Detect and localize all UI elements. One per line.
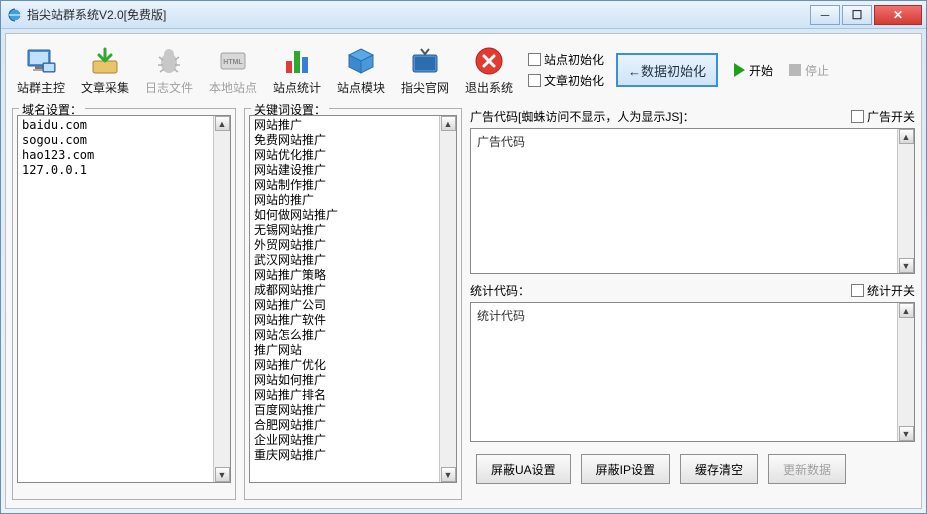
toolbar-official-site[interactable]: 指尖官网 bbox=[396, 45, 454, 96]
toolbar-label: 日志文件 bbox=[145, 79, 193, 96]
stat-label: 统计代码： bbox=[470, 282, 530, 299]
scroll-up-icon[interactable]: ▲ bbox=[899, 129, 914, 144]
domain-column: 域名设置： baidu.com sogou.com hao123.com 127… bbox=[12, 108, 236, 500]
scroll-down-icon[interactable]: ▼ bbox=[899, 426, 914, 441]
toolbar-local-site[interactable]: HTML 本地站点 bbox=[204, 45, 262, 96]
maximize-button[interactable]: ☐ bbox=[842, 5, 872, 25]
toolbar-label: 站点统计 bbox=[273, 79, 321, 96]
toolbar-label: 本地站点 bbox=[209, 79, 257, 96]
download-box-icon bbox=[89, 45, 121, 77]
checkbox-icon bbox=[528, 53, 541, 66]
clear-cache-button[interactable]: 缓存清空 bbox=[680, 454, 758, 484]
button-label: 屏蔽UA设置 bbox=[491, 461, 556, 478]
scroll-down-icon[interactable]: ▼ bbox=[441, 467, 456, 482]
ad-label: 广告代码[蜘蛛访问不显示，人为显示JS]： bbox=[470, 108, 695, 125]
keyword-listbox[interactable]: 网站推广 免费网站推广 网站优化推广 网站建设推广 网站制作推广 网站的推广 如… bbox=[249, 115, 457, 483]
toolbar: 站群主控 文章采集 日志文件 HTML 本地站点 站点统计 站点模块 bbox=[12, 38, 915, 102]
domain-list-content: baidu.com sogou.com hao123.com 127.0.0.1 bbox=[18, 116, 230, 180]
checkbox-icon bbox=[851, 284, 864, 297]
stat-textarea[interactable]: 统计代码 ▲ ▼ bbox=[470, 302, 915, 442]
block-ip-button[interactable]: 屏蔽IP设置 bbox=[581, 454, 670, 484]
close-button[interactable]: ✕ bbox=[874, 5, 922, 25]
main-row: 域名设置： baidu.com sogou.com hao123.com 127… bbox=[12, 108, 915, 500]
ad-placeholder: 广告代码 bbox=[471, 129, 914, 154]
toolbar-label: 站群主控 bbox=[17, 79, 65, 96]
scroll-up-icon[interactable]: ▲ bbox=[215, 116, 230, 131]
checkbox-icon bbox=[528, 74, 541, 87]
toolbar-label: 退出系统 bbox=[465, 79, 513, 96]
scrollbar[interactable]: ▲ ▼ bbox=[897, 303, 914, 441]
checkbox-icon bbox=[851, 110, 864, 123]
button-label: 更新数据 bbox=[783, 461, 831, 478]
ad-textarea[interactable]: 广告代码 ▲ ▼ bbox=[470, 128, 915, 274]
keyword-groupbox: 关键词设置： 网站推广 免费网站推广 网站优化推广 网站建设推广 网站制作推广 … bbox=[244, 108, 462, 500]
svg-text:HTML: HTML bbox=[223, 59, 243, 66]
toolbar-label: 站点模块 bbox=[337, 79, 385, 96]
titlebar: 指尖站群系统V2.0[免费版] ─ ☐ ✕ bbox=[1, 1, 926, 29]
ad-section: 广告代码[蜘蛛访问不显示，人为显示JS]： 广告开关 广告代码 ▲ ▼ bbox=[470, 108, 915, 274]
html-badge-icon: HTML bbox=[217, 45, 249, 77]
app-icon bbox=[7, 7, 23, 23]
ad-switch[interactable]: 广告开关 bbox=[851, 108, 915, 125]
checkbox-label: 站点初始化 bbox=[544, 51, 604, 68]
init-checkboxes: 站点初始化 文章初始化 bbox=[528, 51, 604, 89]
button-label: 开始 bbox=[749, 62, 773, 79]
domain-groupbox: 域名设置： baidu.com sogou.com hao123.com 127… bbox=[12, 108, 236, 500]
site-init-checkbox[interactable]: 站点初始化 bbox=[528, 51, 604, 68]
window-title: 指尖站群系统V2.0[免费版] bbox=[27, 6, 166, 23]
play-icon bbox=[734, 63, 745, 77]
block-ua-button[interactable]: 屏蔽UA设置 bbox=[476, 454, 571, 484]
bottom-buttons: 屏蔽UA设置 屏蔽IP设置 缓存清空 更新数据 bbox=[470, 454, 915, 484]
scroll-up-icon[interactable]: ▲ bbox=[441, 116, 456, 131]
scroll-down-icon[interactable]: ▼ bbox=[215, 467, 230, 482]
toolbar-article-collect[interactable]: 文章采集 bbox=[76, 45, 134, 96]
button-label: 缓存清空 bbox=[695, 461, 743, 478]
button-label: ←数据初始化 bbox=[628, 61, 706, 80]
start-button[interactable]: 开始 bbox=[734, 62, 773, 79]
button-label: 停止 bbox=[805, 62, 829, 79]
update-data-button[interactable]: 更新数据 bbox=[768, 454, 846, 484]
toolbar-log-file[interactable]: 日志文件 bbox=[140, 45, 198, 96]
window-controls: ─ ☐ ✕ bbox=[808, 5, 922, 25]
data-init-button[interactable]: ←数据初始化 bbox=[616, 53, 718, 87]
stop-icon bbox=[789, 64, 801, 76]
checkbox-label: 文章初始化 bbox=[544, 72, 604, 89]
monitor-icon bbox=[25, 45, 57, 77]
tv-icon bbox=[409, 45, 441, 77]
scroll-up-icon[interactable]: ▲ bbox=[899, 303, 914, 318]
stat-section: 统计代码： 统计开关 统计代码 ▲ ▼ bbox=[470, 282, 915, 442]
box-package-icon bbox=[345, 45, 377, 77]
toolbar-label: 指尖官网 bbox=[401, 79, 449, 96]
toolbar-site-stats[interactable]: 站点统计 bbox=[268, 45, 326, 96]
scroll-down-icon[interactable]: ▼ bbox=[899, 258, 914, 273]
close-circle-icon bbox=[473, 45, 505, 77]
stat-placeholder: 统计代码 bbox=[471, 303, 914, 328]
toolbar-exit[interactable]: 退出系统 bbox=[460, 45, 518, 96]
minimize-button[interactable]: ─ bbox=[810, 5, 840, 25]
app-window: 指尖站群系统V2.0[免费版] ─ ☐ ✕ 站群主控 文章采集 日志文件 HTM… bbox=[0, 0, 927, 514]
scrollbar[interactable]: ▲ ▼ bbox=[213, 116, 230, 482]
article-init-checkbox[interactable]: 文章初始化 bbox=[528, 72, 604, 89]
toolbar-site-module[interactable]: 站点模块 bbox=[332, 45, 390, 96]
toolbar-label: 文章采集 bbox=[81, 79, 129, 96]
bug-icon bbox=[153, 45, 185, 77]
button-label: 屏蔽IP设置 bbox=[596, 461, 655, 478]
right-column: 广告代码[蜘蛛访问不显示，人为显示JS]： 广告开关 广告代码 ▲ ▼ bbox=[470, 108, 915, 500]
bar-chart-icon bbox=[281, 45, 313, 77]
scrollbar[interactable]: ▲ ▼ bbox=[897, 129, 914, 273]
keyword-list-content: 网站推广 免费网站推广 网站优化推广 网站建设推广 网站制作推广 网站的推广 如… bbox=[250, 116, 456, 465]
toolbar-site-master[interactable]: 站群主控 bbox=[12, 45, 70, 96]
switch-label: 统计开关 bbox=[867, 282, 915, 299]
stat-switch[interactable]: 统计开关 bbox=[851, 282, 915, 299]
domain-listbox[interactable]: baidu.com sogou.com hao123.com 127.0.0.1… bbox=[17, 115, 231, 483]
content-area: 站群主控 文章采集 日志文件 HTML 本地站点 站点统计 站点模块 bbox=[5, 33, 922, 509]
scrollbar[interactable]: ▲ ▼ bbox=[439, 116, 456, 482]
stop-button: 停止 bbox=[789, 62, 829, 79]
switch-label: 广告开关 bbox=[867, 108, 915, 125]
keyword-column: 关键词设置： 网站推广 免费网站推广 网站优化推广 网站建设推广 网站制作推广 … bbox=[244, 108, 462, 500]
